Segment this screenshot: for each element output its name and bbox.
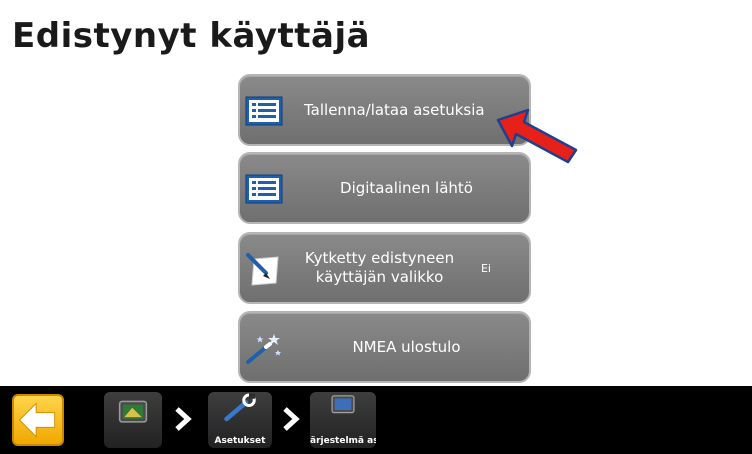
save-load-settings-button[interactable]: Tallenna/lataa asetuksia xyxy=(238,74,531,146)
digital-output-button[interactable]: Digitaalinen lähtö xyxy=(238,152,531,224)
advanced-user-menu-label: Kytketty edistyneen käyttäjän valikko xyxy=(304,249,455,286)
display-terminal-icon xyxy=(118,400,148,423)
nmea-output-button[interactable]: NMEA ulostulo xyxy=(238,311,531,383)
red-arrow-icon xyxy=(496,108,578,164)
breadcrumb-home[interactable] xyxy=(104,392,162,448)
back-button[interactable] xyxy=(12,394,64,446)
breadcrumb-settings[interactable]: Asetukset xyxy=(208,392,272,448)
page-title: Edistynyt käyttäjä xyxy=(12,16,371,56)
digital-output-label: Digitaalinen lähtö xyxy=(340,178,473,197)
wrench-icon xyxy=(224,393,256,422)
list-icon xyxy=(245,96,283,126)
breadcrumb-system-settings[interactable]: ärjestelmä asetukset xyxy=(310,392,376,448)
advanced-user-menu-toggle-button[interactable]: Kytketty edistyneen käyttäjän valikko Ei xyxy=(238,232,531,304)
magic-wand-icon xyxy=(246,334,281,364)
nmea-output-label: NMEA ulostulo xyxy=(352,337,461,356)
bottom-navigation-bar: Asetukset ärjestelmä asetukset xyxy=(0,386,752,454)
display-icon xyxy=(331,395,355,414)
arrow-left-icon xyxy=(18,402,56,438)
chevron-right-icon xyxy=(283,407,300,431)
advanced-user-menu-value: Ei xyxy=(480,262,491,275)
save-load-settings-label: Tallenna/lataa asetuksia xyxy=(304,100,485,119)
breadcrumb-system-settings-label: ärjestelmä asetukset xyxy=(310,436,376,446)
breadcrumb-settings-label: Asetukset xyxy=(214,436,266,446)
list-icon xyxy=(245,174,283,204)
chevron-right-icon xyxy=(175,407,192,431)
note-pen-icon xyxy=(246,253,279,286)
